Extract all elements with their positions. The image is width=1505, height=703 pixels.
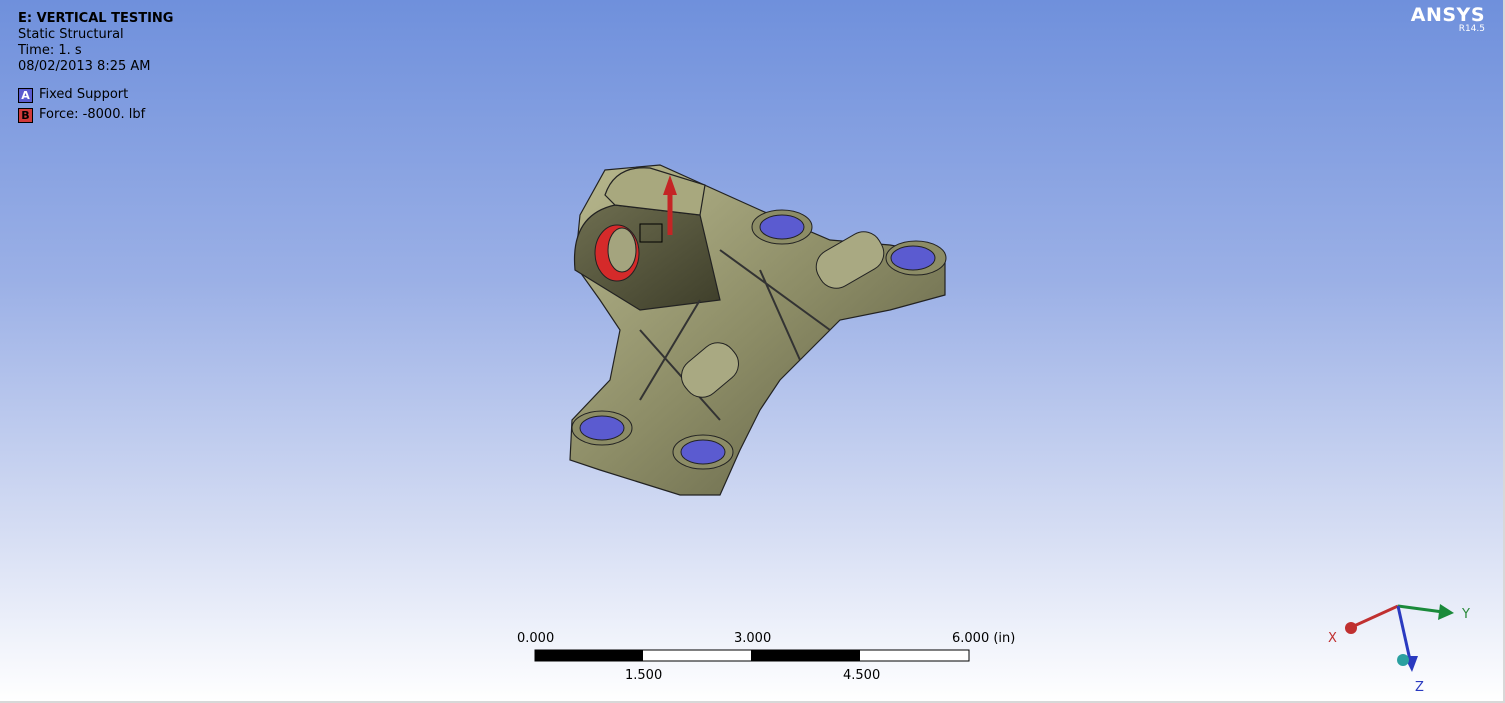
analysis-timestamp: 08/02/2013 8:25 AM xyxy=(18,59,151,74)
legend-label: Fixed Support xyxy=(39,87,129,102)
ansys-logo: ANSYS R14.5 xyxy=(1411,4,1485,34)
analysis-info: E: VERTICAL TESTING Static Structural Ti… xyxy=(18,11,173,125)
triad-x-label: X xyxy=(1328,631,1337,646)
legend-label: Force: -8000. lbf xyxy=(39,107,146,122)
legend-item-force[interactable]: B Force: -8000. lbf xyxy=(18,105,173,125)
triad-z-label: Z xyxy=(1415,680,1424,695)
graphics-viewport[interactable]: E: VERTICAL TESTING Static Structural Ti… xyxy=(0,0,1505,703)
analysis-type: Static Structural xyxy=(18,27,124,42)
axis-triad[interactable]: Y X Z xyxy=(1318,590,1478,695)
analysis-title: E: VERTICAL TESTING xyxy=(18,11,174,26)
model-geometry[interactable] xyxy=(0,0,1503,701)
triad-y-label: Y xyxy=(1461,607,1470,622)
legend-key-b: B xyxy=(18,107,33,123)
lug-hole xyxy=(607,227,637,273)
legend-key-a: A xyxy=(18,87,33,103)
logo-name: ANSYS xyxy=(1410,4,1485,26)
analysis-time: Time: 1. s xyxy=(18,43,82,58)
legend-item-fixed-support[interactable]: A Fixed Support xyxy=(18,85,173,105)
